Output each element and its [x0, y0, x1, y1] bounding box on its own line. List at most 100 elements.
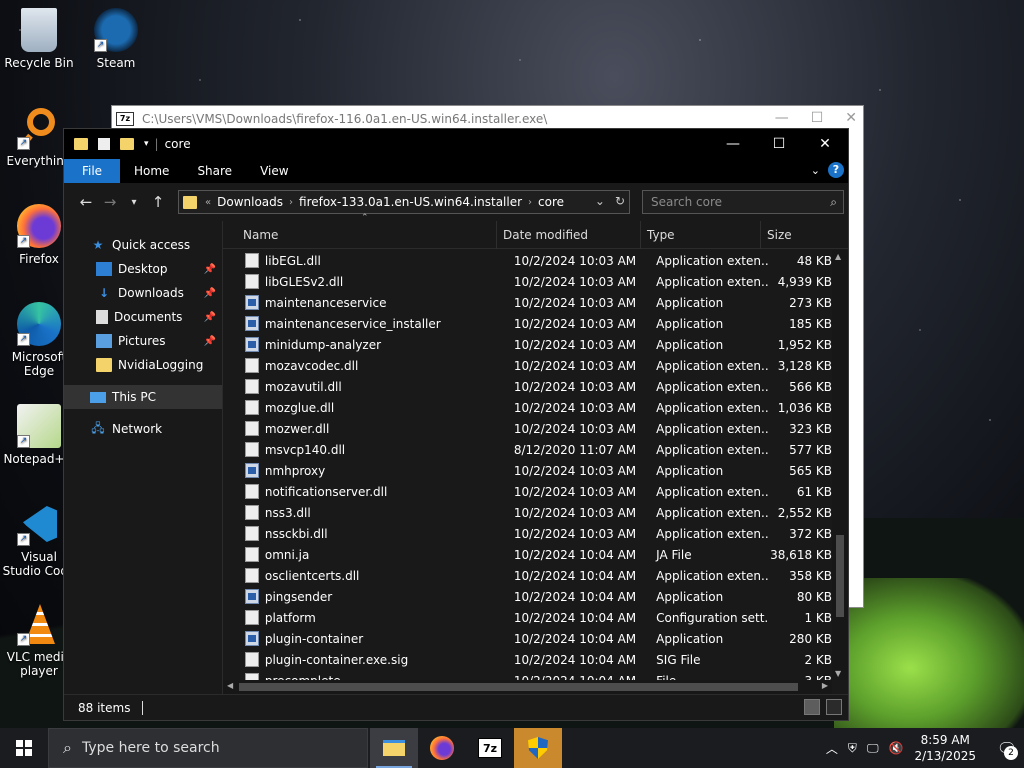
nav-item-downloads[interactable]: ↓ Downloads 📌	[64, 281, 222, 305]
nav-item-desktop[interactable]: Desktop 📌	[64, 257, 222, 281]
chevron-right-icon[interactable]: ›	[289, 197, 293, 208]
nav-network[interactable]: 🖧 Network	[64, 417, 222, 441]
notification-center-button[interactable]: 🗨 2	[990, 728, 1024, 768]
table-row[interactable]: libGLESv2.dll 10/2/2024 10:03 AM Applicati…	[223, 271, 832, 292]
customize-quick-access-icon[interactable]: ▾	[144, 139, 149, 149]
file-date: 10/2/2024 10:03 AM	[513, 379, 637, 394]
maximize-button[interactable]: ☐	[756, 129, 802, 159]
scroll-left-icon[interactable]: ◀	[227, 681, 233, 690]
tab-home[interactable]: Home	[120, 159, 183, 183]
scrollbar-thumb[interactable]	[836, 535, 844, 617]
address-bar[interactable]: « Downloads › firefox-133.0a1.en-US.win6…	[178, 190, 630, 214]
tab-view[interactable]: View	[246, 159, 302, 183]
forward-button[interactable]: →	[98, 193, 122, 211]
nav-quick-access[interactable]: ★ Quick access	[64, 233, 222, 257]
table-row[interactable]: libEGL.dll 10/2/2024 10:03 AM Application …	[223, 250, 832, 271]
table-row[interactable]: plugin-container.exe.sig 10/2/2024 10:04 …	[223, 649, 832, 670]
refresh-icon[interactable]: ↻	[615, 194, 625, 208]
breadcrumb-core[interactable]: core	[538, 195, 564, 209]
chevron-up-icon[interactable]: ︿	[826, 740, 838, 757]
close-button[interactable]: ✕	[802, 129, 848, 159]
scrollbar-thumb[interactable]	[239, 683, 798, 691]
table-row[interactable]: precomplete10/2/2024 10:04 AMFile3 KB	[223, 670, 832, 680]
desktop-icon-recycle-bin[interactable]: Recycle Bin	[1, 8, 77, 70]
help-icon[interactable]: ?	[828, 162, 844, 178]
taskbar-file-explorer[interactable]	[370, 728, 418, 768]
properties-icon[interactable]	[98, 138, 110, 150]
column-name[interactable]: Name	[223, 220, 497, 249]
maximize-icon[interactable]: ☐	[811, 110, 824, 126]
taskbar-search-input[interactable]: Type here to search	[82, 740, 220, 756]
taskbar-security[interactable]	[514, 728, 562, 768]
table-row[interactable]: mozavutil.dll 10/2/2024 10:03 AM Applicati…	[223, 376, 832, 397]
table-row[interactable]: nss3.dll 10/2/2024 10:03 AM Application ex…	[223, 502, 832, 523]
scroll-down-icon[interactable]: ▼	[835, 669, 841, 678]
network-status-icon[interactable]: 🖵	[867, 741, 879, 756]
minimize-button[interactable]: —	[710, 129, 756, 159]
title-bar[interactable]: ▾ | core — ☐ ✕	[64, 129, 848, 159]
column-type[interactable]: Type	[641, 220, 761, 249]
dll-file-icon	[245, 442, 259, 457]
table-row[interactable]: nssckbi.dll 10/2/2024 10:03 AM Application…	[223, 523, 832, 544]
chevron-down-icon[interactable]: ⌄	[595, 194, 605, 208]
column-size[interactable]: Size	[761, 221, 831, 249]
details-view-button[interactable]	[804, 699, 820, 715]
table-row[interactable]: omni.ja 10/2/2024 10:04 AM JA File 38,618 K…	[223, 544, 832, 565]
expand-ribbon-icon[interactable]: ⌄	[811, 164, 820, 177]
desktop-icon-steam[interactable]: ↗ Steam	[78, 8, 154, 70]
table-row[interactable]: minidump-analyzer 10/2/2024 10:03 AM Appli…	[223, 334, 832, 355]
table-row[interactable]: mozwer.dll 10/2/2024 10:03 AM Application …	[223, 418, 832, 439]
new-folder-icon[interactable]	[120, 138, 134, 150]
file-name: libEGL.dll	[264, 253, 321, 268]
search-box[interactable]: Search core ⌕	[642, 190, 844, 214]
nav-item-pictures[interactable]: Pictures 📌	[64, 329, 222, 353]
volume-muted-icon[interactable]: 🔇	[889, 741, 904, 755]
column-date-modified[interactable]: Date modified	[497, 220, 641, 249]
file-type: Application exten...	[656, 505, 769, 520]
minimize-icon[interactable]: —	[775, 110, 789, 126]
table-row[interactable]: nmhproxy 10/2/2024 10:03 AM Application 565…	[223, 460, 832, 481]
scroll-right-icon[interactable]: ▶	[822, 681, 828, 690]
tab-file[interactable]: File	[64, 159, 120, 183]
vlc-cone-icon: ↗	[17, 602, 61, 646]
nav-item-documents[interactable]: Documents 📌	[64, 305, 222, 329]
folder-icon	[74, 138, 88, 150]
up-button[interactable]: ↑	[146, 193, 170, 211]
close-icon[interactable]: ✕	[845, 110, 857, 126]
table-row[interactable]: mozglue.dll 10/2/2024 10:03 AM Application…	[223, 397, 832, 418]
tab-share[interactable]: Share	[183, 159, 246, 183]
table-row[interactable]: plugin-container 10/2/2024 10:04 AM Applic…	[223, 628, 832, 649]
taskbar-7zip[interactable]: 7z	[466, 728, 514, 768]
table-row[interactable]: pingsender 10/2/2024 10:04 AM Application 8…	[223, 586, 832, 607]
back-button[interactable]: ←	[74, 193, 98, 211]
table-row[interactable]: platform 10/2/2024 10:04 AM Configuration …	[223, 607, 832, 628]
table-row[interactable]: maintenanceservice 10/2/2024 10:03 AM Appl…	[223, 292, 832, 313]
breadcrumb-installer[interactable]: firefox-133.0a1.en-US.win64.installer	[299, 195, 522, 209]
nav-item-nvidialogging[interactable]: NvidiaLogging	[64, 353, 222, 377]
table-row[interactable]: osclientcerts.dll 10/2/2024 10:04 AM Appli…	[223, 565, 832, 586]
file-size: 323 KB	[789, 421, 832, 436]
chevron-right-icon[interactable]: ›	[528, 197, 532, 208]
scroll-up-icon[interactable]: ▲	[835, 252, 841, 261]
table-row[interactable]: msvcp140.dll 8/12/2020 11:07 AM Applicatio…	[223, 439, 832, 460]
start-button[interactable]	[0, 728, 48, 768]
table-row[interactable]: notificationserver.dll 10/2/2024 10:03 AM…	[223, 481, 832, 502]
file-explorer-window[interactable]: ▾ | core — ☐ ✕ File Home Share View ⌄ ? …	[63, 128, 849, 721]
taskbar-search[interactable]: ⌕ Type here to search	[48, 728, 368, 768]
file-date: 10/2/2024 10:03 AM	[513, 484, 637, 499]
large-icons-view-button[interactable]	[826, 699, 842, 715]
security-alert-icon[interactable]: ⛨	[848, 741, 857, 756]
address-overflow[interactable]: «	[205, 197, 211, 208]
generic-file-icon	[245, 610, 259, 625]
nav-this-pc[interactable]: This PC	[64, 385, 222, 409]
search-input[interactable]: Search core	[651, 195, 722, 209]
horizontal-scrollbar[interactable]: ◀ ▶	[223, 680, 832, 694]
table-row[interactable]: mozavcodec.dll 10/2/2024 10:03 AM Applicat…	[223, 355, 832, 376]
vertical-scrollbar[interactable]: ▲ ▼	[832, 250, 848, 680]
table-row[interactable]: maintenanceservice_installer 10/2/2024 10…	[223, 313, 832, 334]
breadcrumb-downloads[interactable]: Downloads	[217, 195, 283, 209]
recent-locations-button[interactable]: ▾	[122, 197, 146, 208]
taskbar-firefox[interactable]	[418, 728, 466, 768]
clock[interactable]: 8:59 AM 2/13/2025	[914, 732, 976, 764]
file-type: Application exten...	[656, 358, 769, 373]
